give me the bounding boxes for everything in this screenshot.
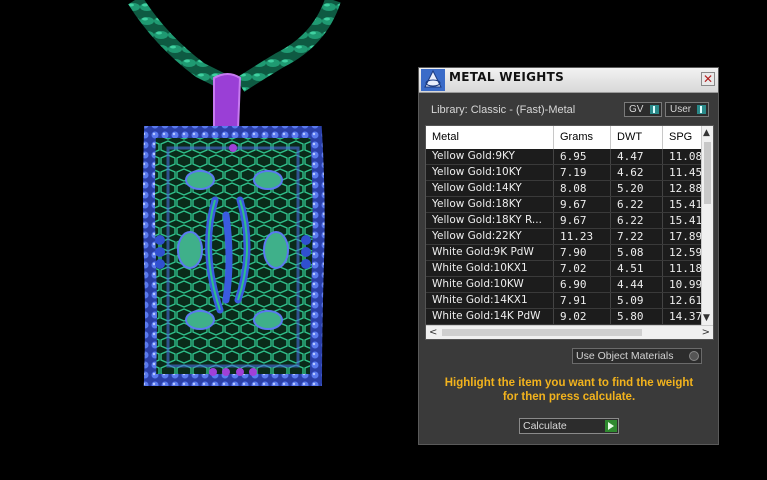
panel-titlebar[interactable]: METAL WEIGHTS ✕ xyxy=(419,68,718,93)
instructions-line-1: Highlight the item you want to find the … xyxy=(444,377,694,389)
calculate-label: Calculate xyxy=(523,420,567,432)
table-row[interactable]: Yellow Gold:18KY 9.67 6.22 15.41 xyxy=(426,197,702,213)
dwt-cell: 6.22 xyxy=(611,213,663,228)
table-row[interactable]: Yellow Gold:18KY R... 9.67 6.22 15.41 xyxy=(426,213,702,229)
spg-cell: 14.37 xyxy=(669,310,702,323)
instructions-text: Highlight the item you want to find the … xyxy=(429,376,709,404)
table-row[interactable]: Yellow Gold:9KY 6.95 4.47 11.08 xyxy=(426,149,702,165)
table-row[interactable]: White Gold:14K PdW 9.02 5.80 14.37 xyxy=(426,309,702,325)
grams-cell: 9.67 xyxy=(554,213,611,228)
dwt-cell: 4.44 xyxy=(611,277,663,292)
dwt-cell: 5.09 xyxy=(611,293,663,308)
3d-viewport[interactable] xyxy=(0,0,415,476)
spg-cell: 11.18 xyxy=(669,262,702,275)
play-arrow-icon xyxy=(605,420,617,432)
table-header: Metal Grams DWT SPG xyxy=(426,126,702,149)
column-header-grams[interactable]: Grams xyxy=(554,126,611,149)
table-row[interactable]: Yellow Gold:22KY 11.23 7.22 17.89 xyxy=(426,229,702,245)
user-toggle-label: User xyxy=(670,104,692,115)
column-header-spg[interactable]: SPG xyxy=(663,126,702,149)
scroll-up-icon[interactable]: ▲ xyxy=(703,128,710,138)
table-row[interactable]: White Gold:10KW 6.90 4.44 10.99 xyxy=(426,277,702,293)
grams-cell: 11.23 xyxy=(554,229,611,244)
metal-name-cell: Yellow Gold:18KY R... xyxy=(426,213,554,228)
metal-name-cell: White Gold:14K PdW xyxy=(426,309,554,324)
table-row[interactable]: White Gold:10KX1 7.02 4.51 11.18 xyxy=(426,261,702,277)
spg-cell: 17.89 xyxy=(669,230,702,243)
scroll-left-icon[interactable]: < xyxy=(429,326,437,339)
dwt-cell: 4.62 xyxy=(611,165,663,180)
bail xyxy=(213,73,242,134)
dwt-cell: 5.08 xyxy=(611,245,663,260)
pendant-frame xyxy=(143,126,325,386)
grams-cell: 9.02 xyxy=(554,309,611,324)
gv-toggle-label: GV xyxy=(629,104,644,115)
vertical-scroll-thumb[interactable] xyxy=(704,142,711,204)
column-header-metal[interactable]: Metal xyxy=(426,126,554,149)
panel-title: METAL WEIGHTS xyxy=(449,70,565,84)
grams-cell: 6.95 xyxy=(554,149,611,164)
metal-name-cell: White Gold:14KX1 xyxy=(426,293,554,308)
table-body: Yellow Gold:9KY 6.95 4.47 11.08 Yellow Gold:… xyxy=(426,149,702,325)
spg-cell: 15.41 xyxy=(669,214,702,227)
dwt-cell: 5.80 xyxy=(611,309,663,324)
library-label: Library: Classic - (Fast)-Metal xyxy=(431,104,576,116)
use-object-materials-label: Use Object Materials xyxy=(576,350,674,362)
dwt-cell: 4.47 xyxy=(611,149,663,164)
grams-cell: 7.91 xyxy=(554,293,611,308)
table-row[interactable]: White Gold:9K PdW 7.90 5.08 12.59 xyxy=(426,245,702,261)
dwt-cell: 6.22 xyxy=(611,197,663,212)
dwt-cell: 5.20 xyxy=(611,181,663,196)
pendant-render xyxy=(128,0,341,386)
grams-cell: 7.90 xyxy=(554,245,611,260)
grams-cell: 8.08 xyxy=(554,181,611,196)
metal-name-cell: Yellow Gold:22KY xyxy=(426,229,554,244)
horizontal-scrollbar[interactable]: < > xyxy=(426,325,713,339)
gv-toggle[interactable]: GV xyxy=(624,102,662,117)
spg-cell: 11.45 xyxy=(669,166,702,179)
dwt-cell: 4.51 xyxy=(611,261,663,276)
chain-left xyxy=(128,0,234,93)
metal-name-cell: Yellow Gold:14KY xyxy=(426,181,554,196)
table-row[interactable]: Yellow Gold:14KY 8.08 5.20 12.88 xyxy=(426,181,702,197)
column-header-dwt[interactable]: DWT xyxy=(611,126,663,149)
metal-name-cell: White Gold:9K PdW xyxy=(426,245,554,260)
user-toggle[interactable]: User xyxy=(665,102,709,117)
scroll-right-icon[interactable]: > xyxy=(702,326,710,339)
spg-cell: 12.59 xyxy=(669,246,702,259)
metal-name-cell: White Gold:10KX1 xyxy=(426,261,554,276)
grams-cell: 7.02 xyxy=(554,261,611,276)
metal-name-cell: Yellow Gold:9KY xyxy=(426,149,554,164)
instructions-line-2: for then press calculate. xyxy=(502,391,636,403)
app-logo-icon xyxy=(421,69,445,91)
close-icon[interactable]: ✕ xyxy=(701,72,715,86)
grams-cell: 6.90 xyxy=(554,277,611,292)
chain-right xyxy=(235,0,341,92)
metal-name-cell: White Gold:10KW xyxy=(426,277,554,292)
spg-cell: 15.41 xyxy=(669,198,702,211)
metal-weights-panel: METAL WEIGHTS ✕ Library: Classic - (Fast… xyxy=(418,67,719,445)
use-object-materials-toggle[interactable]: Use Object Materials xyxy=(572,348,702,364)
grams-cell: 9.67 xyxy=(554,197,611,212)
spg-cell: 11.08 xyxy=(669,150,702,163)
spg-cell: 12.61 xyxy=(669,294,702,307)
metal-name-cell: Yellow Gold:10KY xyxy=(426,165,554,180)
toggle-indicator-icon xyxy=(697,105,706,114)
radio-indicator-icon xyxy=(689,351,699,361)
table-row[interactable]: White Gold:14KX1 7.91 5.09 12.61 xyxy=(426,293,702,309)
scroll-down-icon[interactable]: ▼ xyxy=(703,313,710,323)
toggle-indicator-icon xyxy=(650,105,659,114)
spg-cell: 10.99 xyxy=(669,278,702,291)
calculate-button[interactable]: Calculate xyxy=(519,418,619,434)
vertical-scrollbar[interactable]: ▲ ▼ xyxy=(701,126,713,325)
horizontal-scroll-thumb[interactable] xyxy=(442,329,642,336)
table-row[interactable]: Yellow Gold:10KY 7.19 4.62 11.45 xyxy=(426,165,702,181)
spg-cell: 12.88 xyxy=(669,182,702,195)
grams-cell: 7.19 xyxy=(554,165,611,180)
dwt-cell: 7.22 xyxy=(611,229,663,244)
metal-name-cell: Yellow Gold:18KY xyxy=(426,197,554,212)
metal-table[interactable]: Metal Grams DWT SPG Yellow Gold:9KY 6.95 4… xyxy=(425,125,714,340)
